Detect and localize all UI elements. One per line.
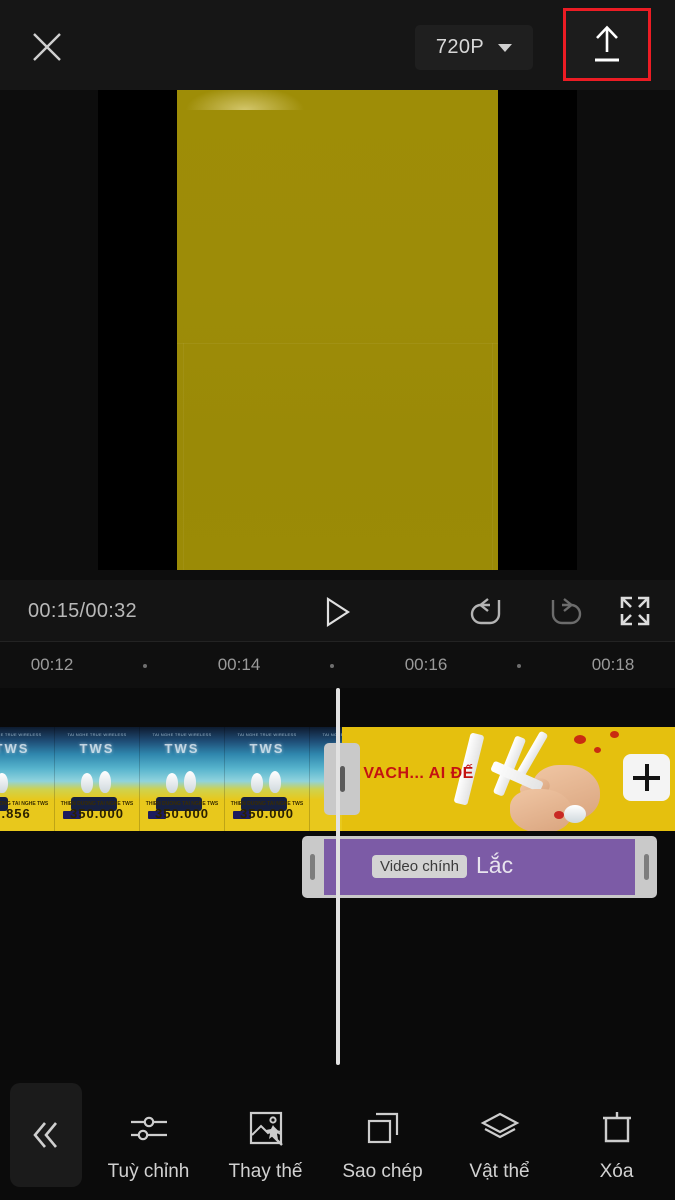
earbud-shape (269, 771, 281, 793)
play-button[interactable] (316, 593, 360, 631)
ruler-tick-dot (517, 664, 521, 668)
timeline-ruler[interactable]: 00:12 00:14 00:16 00:18 (0, 642, 675, 688)
ruler-tick-dot (143, 664, 147, 668)
splatter-shape (554, 811, 564, 819)
timeline-tracks[interactable]: TAI NGHE TRUE WIRELESS TWS THIEN DUONG T… (0, 688, 675, 1080)
splatter-shape (574, 735, 586, 744)
thumbnail-cell: TAI NGHE TRUE WIRELESS TWS THIEN DUONG T… (225, 727, 310, 831)
thumbnail-cell: TAI NGHE TRUE WIRELESS TWS THIEN DUONG T… (140, 727, 225, 831)
ruler-tick-label: 00:18 (591, 655, 635, 674)
play-icon (324, 596, 352, 628)
resolution-label: 720P (435, 36, 485, 58)
earbud-shape (166, 773, 178, 793)
double-chevron-left-icon (26, 1116, 66, 1154)
thumb-price: 9.856 (0, 806, 31, 821)
time-indicator: 00:15/00:32 (28, 600, 137, 622)
tool-thay-the[interactable]: Thay thế (207, 1080, 324, 1200)
chevron-down-icon (498, 43, 513, 52)
thumb-price: 350.000 (70, 806, 124, 821)
earbud-shape (99, 771, 111, 793)
trim-handle-left[interactable] (310, 854, 315, 880)
thumb-caption: TAI NGHE TRUE WIRELESS (237, 732, 297, 737)
thumb-caption: TAI NGHE TRUE WIRELESS (152, 732, 212, 737)
thumb-headline: TWS (79, 741, 115, 756)
fullscreen-icon (618, 594, 658, 628)
tool-tuy-chinh[interactable]: Tuỳ chỉnh (90, 1080, 207, 1200)
clip-split-handle[interactable] (324, 743, 360, 815)
undo-icon (466, 594, 510, 630)
collapse-toolbar-button[interactable] (10, 1083, 82, 1187)
white-blob-shape (564, 805, 586, 823)
thumbnail-cell: TAI NGHE TRUE WIRELESS TWS THIEN DUONG T… (55, 727, 140, 831)
effect-clip-body[interactable]: Video chính Lắc (324, 839, 635, 895)
image-wand-icon (246, 1107, 286, 1149)
close-icon (30, 30, 64, 64)
splatter-shape (594, 747, 601, 753)
tool-label: Thay thế (228, 1161, 303, 1182)
earbud-shape (184, 771, 196, 793)
ruler-tick-dot (330, 664, 334, 668)
tool-xoa[interactable]: Xóa (558, 1080, 675, 1200)
playhead[interactable] (336, 688, 340, 1065)
fullscreen-button[interactable] (618, 594, 658, 630)
thumbnail-cell: TAI NGHE TRUE WIRELESS TWS THIEN DUONG T… (0, 727, 55, 831)
thumb-price: 350.000 (155, 806, 209, 821)
tool-label: Xóa (599, 1161, 634, 1182)
grip-bar-icon (339, 766, 345, 792)
trim-handle-right[interactable] (644, 854, 649, 880)
trash-icon (599, 1107, 635, 1149)
upload-export-icon (588, 23, 626, 67)
tool-sao-chep[interactable]: Sao chép (324, 1080, 441, 1200)
ruler-tick-label: 00:14 (217, 655, 261, 674)
redo-icon (542, 594, 586, 630)
tool-label: Vật thể (469, 1161, 530, 1182)
plus-icon (644, 764, 649, 791)
ruler-tick-label: 00:12 (30, 655, 74, 674)
tool-label: Sao chép (342, 1161, 423, 1182)
clip-overlay-text: 2 VACH... AI ĐẾ (349, 765, 474, 782)
thumb-headline: TWS (0, 741, 30, 756)
preview-area (0, 90, 675, 580)
playback-bar: 00:15/00:32 (0, 580, 675, 642)
earbud-shape (81, 773, 93, 793)
tool-list: Tuỳ chỉnh Thay thế Sao chép Vật thể Xóa (90, 1080, 675, 1200)
add-clip-button[interactable] (623, 754, 670, 801)
resolution-selector[interactable]: 720P (415, 25, 533, 70)
thumb-price: 350.000 (240, 806, 294, 821)
thumb-headline: TWS (164, 741, 200, 756)
selected-effect-clip[interactable]: Video chính Lắc (302, 836, 657, 898)
video-editor-screen: 720P 00:15/00:32 00:12 00:14 00:16 00:18… (0, 0, 675, 1200)
earbud-shape (251, 773, 263, 793)
ruler-tick-label: 00:16 (404, 655, 448, 674)
effect-scope-badge: Video chính (372, 855, 467, 878)
frame-glow (185, 90, 305, 110)
sliders-icon (128, 1107, 170, 1149)
effect-name-label: Lắc (476, 852, 514, 878)
hand-shape (510, 789, 572, 831)
close-button[interactable] (24, 24, 70, 70)
export-button[interactable] (563, 8, 651, 81)
splatter-shape (610, 731, 619, 738)
earbud-shape (0, 773, 8, 793)
video-clip-thumbnails-a[interactable]: TAI NGHE TRUE WIRELESS TWS THIEN DUONG T… (0, 727, 342, 831)
copy-icon (364, 1107, 402, 1149)
tool-vat-the[interactable]: Vật thể (441, 1080, 558, 1200)
redo-button[interactable] (542, 594, 586, 630)
frame-seam-box (183, 343, 493, 570)
undo-button[interactable] (466, 594, 510, 630)
thumb-headline: TWS (249, 741, 285, 756)
bottom-toolbar: Tuỳ chỉnh Thay thế Sao chép Vật thể Xóa (0, 1080, 675, 1200)
thumb-caption: TAI NGHE TRUE WIRELESS (67, 732, 127, 737)
video-preview-canvas[interactable] (98, 90, 577, 570)
top-bar: 720P (0, 0, 675, 90)
thumb-caption: TAI NGHE TRUE WIRELESS (0, 732, 42, 737)
video-frame (177, 90, 498, 570)
layers-icon (479, 1107, 521, 1149)
tool-label: Tuỳ chỉnh (107, 1161, 190, 1182)
